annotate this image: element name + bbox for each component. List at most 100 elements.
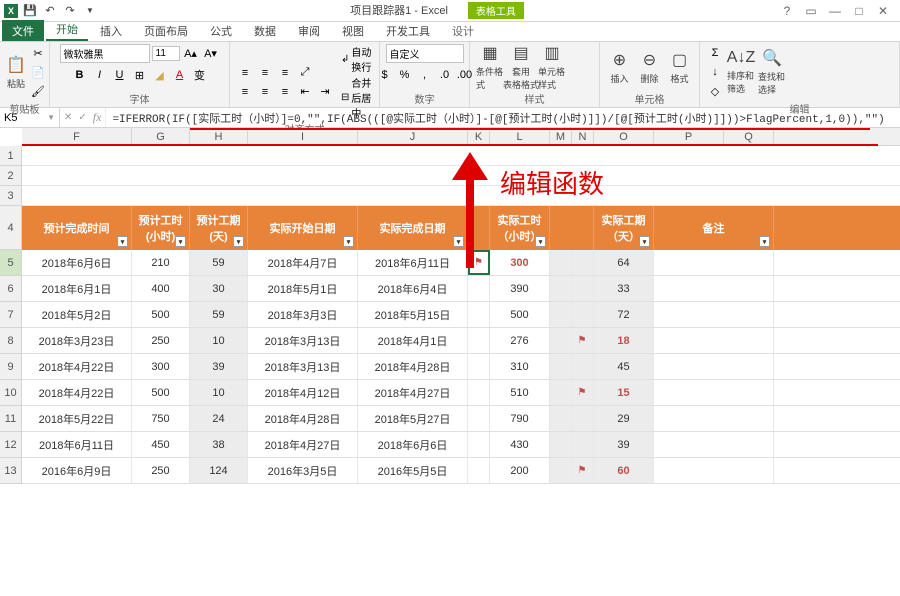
wrap-text-button[interactable]: ↲自动换行 xyxy=(341,44,373,74)
filter-dropdown-icon[interactable]: ▾ xyxy=(343,236,354,247)
table-cell[interactable]: 500 xyxy=(132,380,190,405)
filter-dropdown-icon[interactable]: ▾ xyxy=(233,236,244,247)
cond-format-button[interactable]: ▦条件格式 xyxy=(476,44,504,90)
table-cell[interactable] xyxy=(468,432,490,457)
table-cell[interactable]: 72 xyxy=(594,302,654,327)
table-cell[interactable] xyxy=(654,354,774,379)
table-cell[interactable] xyxy=(550,302,572,327)
align-center-icon[interactable]: ≡ xyxy=(256,83,274,101)
table-cell[interactable]: 59 xyxy=(190,250,248,275)
indent-inc-icon[interactable]: ⇥ xyxy=(316,83,334,101)
col-header-O[interactable]: O xyxy=(594,128,654,145)
table-cell[interactable]: 2016年5月5日 xyxy=(358,458,468,483)
table-cell[interactable] xyxy=(654,432,774,457)
clear-icon[interactable]: ◇ xyxy=(706,82,724,100)
table-cell[interactable]: 2018年6月11日 xyxy=(358,250,468,275)
border-icon[interactable]: ⊞ xyxy=(131,66,149,84)
bold-button[interactable]: B xyxy=(71,66,89,84)
table-cell[interactable] xyxy=(468,328,490,353)
tab-file[interactable]: 文件 xyxy=(2,20,44,41)
close-icon[interactable]: ✕ xyxy=(872,4,894,18)
table-cell[interactable] xyxy=(468,276,490,301)
align-right-icon[interactable]: ≡ xyxy=(276,83,294,101)
pinyin-icon[interactable]: 变 xyxy=(191,66,209,84)
qat-dropdown-icon[interactable]: ▼ xyxy=(82,3,98,19)
row-header-6[interactable]: 6 xyxy=(0,276,21,302)
table-cell[interactable]: 2018年3月13日 xyxy=(248,328,358,353)
table-cell[interactable]: 45 xyxy=(594,354,654,379)
align-bottom-icon[interactable]: ≡ xyxy=(276,64,294,82)
table-cell[interactable]: 38 xyxy=(190,432,248,457)
table-cell[interactable]: 450 xyxy=(132,432,190,457)
name-box[interactable]: K5▼ xyxy=(0,108,60,127)
italic-button[interactable]: I xyxy=(91,66,109,84)
table-cell[interactable]: 750 xyxy=(132,406,190,431)
table-cell[interactable]: 2018年5月2日 xyxy=(22,302,132,327)
indent-dec-icon[interactable]: ⇤ xyxy=(296,83,314,101)
font-name-combo[interactable]: 微软雅黑 xyxy=(60,44,150,63)
tab-pagelayout[interactable]: 页面布局 xyxy=(134,20,198,41)
table-cell[interactable] xyxy=(572,250,594,275)
number-format-combo[interactable]: 自定义 xyxy=(386,44,464,63)
table-cell[interactable]: 60 xyxy=(594,458,654,483)
format-cell-button[interactable]: ▢格式 xyxy=(666,44,693,90)
table-cell[interactable]: 2018年4月22日 xyxy=(22,354,132,379)
table-cell[interactable]: 2018年6月6日 xyxy=(358,432,468,457)
table-cell[interactable]: 310 xyxy=(490,354,550,379)
align-left-icon[interactable]: ≡ xyxy=(236,83,254,101)
align-middle-icon[interactable]: ≡ xyxy=(256,64,274,82)
table-cell[interactable]: 300 xyxy=(132,354,190,379)
table-cell[interactable] xyxy=(550,458,572,483)
col-header-P[interactable]: P xyxy=(654,128,724,145)
table-cell[interactable]: 790 xyxy=(490,406,550,431)
row-header-7[interactable]: 7 xyxy=(0,302,21,328)
table-cell[interactable] xyxy=(468,406,490,431)
table-cell[interactable]: 18 xyxy=(594,328,654,353)
table-cell[interactable] xyxy=(654,406,774,431)
fill-color-icon[interactable]: ◢ xyxy=(151,66,169,84)
col-header-I[interactable]: I xyxy=(248,128,358,145)
shrink-font-icon[interactable]: A▾ xyxy=(202,45,220,63)
tab-data[interactable]: 数据 xyxy=(244,20,286,41)
delete-cell-button[interactable]: ⊖删除 xyxy=(636,44,663,90)
table-cell[interactable]: 2018年6月6日 xyxy=(22,250,132,275)
table-cell[interactable]: 2018年4月1日 xyxy=(358,328,468,353)
col-header-H[interactable]: H xyxy=(190,128,248,145)
cancel-formula-icon[interactable]: ✕ xyxy=(64,112,72,123)
row-header-12[interactable]: 12 xyxy=(0,432,21,458)
table-cell[interactable] xyxy=(550,406,572,431)
table-cell[interactable]: 430 xyxy=(490,432,550,457)
underline-button[interactable]: U xyxy=(111,66,129,84)
col-header-Q[interactable]: Q xyxy=(724,128,774,145)
inc-decimal-icon[interactable]: .0 xyxy=(436,66,454,84)
table-cell[interactable]: 2018年4月7日 xyxy=(248,250,358,275)
fx-icon[interactable]: fx xyxy=(93,110,102,125)
table-cell[interactable]: 2016年6月9日 xyxy=(22,458,132,483)
table-format-button[interactable]: ▤套用 表格格式 xyxy=(507,44,535,90)
table-cell[interactable] xyxy=(550,328,572,353)
filter-dropdown-icon[interactable]: ▾ xyxy=(535,236,546,247)
filter-dropdown-icon[interactable]: ▾ xyxy=(639,236,650,247)
table-cell[interactable] xyxy=(468,354,490,379)
table-cell[interactable]: 10 xyxy=(190,380,248,405)
table-cell[interactable]: 39 xyxy=(594,432,654,457)
row-header-13[interactable]: 13 xyxy=(0,458,21,484)
qat-save-icon[interactable]: 💾 xyxy=(22,3,38,19)
table-cell[interactable] xyxy=(654,458,774,483)
qat-redo-icon[interactable]: ↷ xyxy=(62,3,78,19)
filter-dropdown-icon[interactable]: ▾ xyxy=(453,236,464,247)
font-color-icon[interactable]: A xyxy=(171,66,189,84)
table-cell[interactable]: 2018年4月22日 xyxy=(22,380,132,405)
table-cell[interactable]: 276 xyxy=(490,328,550,353)
table-cell[interactable]: 2018年3月23日 xyxy=(22,328,132,353)
tab-review[interactable]: 审阅 xyxy=(288,20,330,41)
table-cell[interactable]: 390 xyxy=(490,276,550,301)
table-cell[interactable]: 2018年5月22日 xyxy=(22,406,132,431)
table-cell[interactable]: 200 xyxy=(490,458,550,483)
copy-icon[interactable]: 📄 xyxy=(29,63,47,81)
row-header-3[interactable]: 3 xyxy=(0,186,21,206)
formula-input[interactable]: =IFERROR(IF([实际工时（小时）]=0,"",IF(ABS(([@实际… xyxy=(106,108,900,127)
paste-button[interactable]: 📋粘贴 xyxy=(6,49,26,95)
percent-icon[interactable]: % xyxy=(396,66,414,84)
maximize-icon[interactable]: □ xyxy=(848,4,870,18)
